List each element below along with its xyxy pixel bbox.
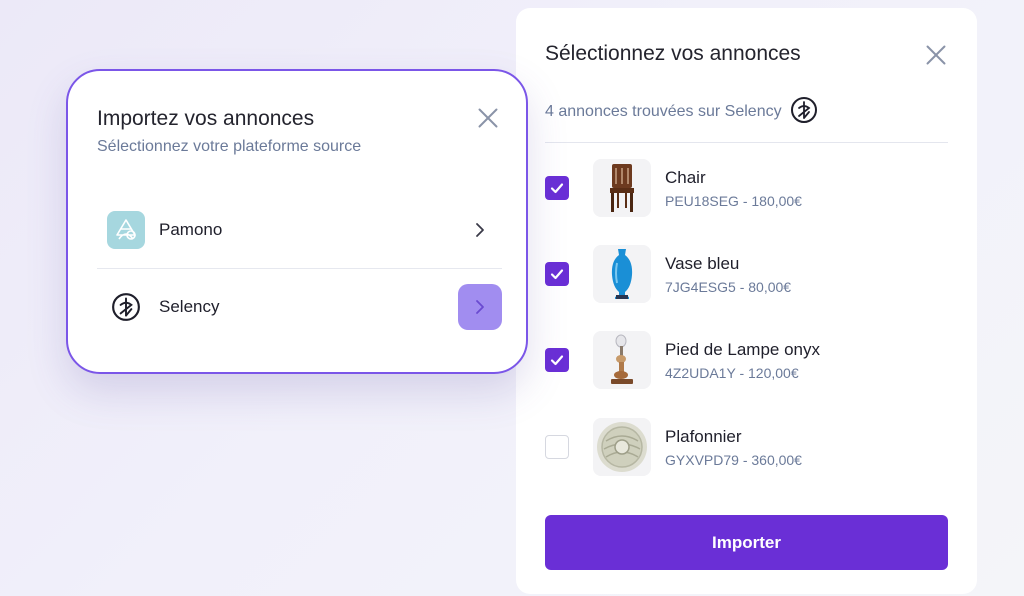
checkmark-icon (550, 269, 564, 280)
selency-logo-icon (790, 96, 818, 129)
ceiling-light-thumbnail (593, 418, 651, 476)
modal-subtitle: Sélectionnez votre plateforme source (97, 138, 362, 155)
vase-thumbnail (593, 245, 651, 303)
background: Sélectionnez vos annonces 4 annonces tro… (0, 0, 1024, 596)
checkbox-checked[interactable] (545, 176, 569, 200)
close-icon[interactable] (925, 43, 947, 65)
list-item[interactable]: Pied de Lampe onyx 4Z2UDA1Y - 120,00€ (545, 330, 948, 390)
import-listings-modal: Importez vos annonces Sélectionnez votre… (66, 69, 528, 374)
chevron-right-icon[interactable] (458, 207, 502, 253)
modal-title: Importez vos annonces (97, 107, 315, 130)
panel-title: Sélectionnez vos annonces (545, 42, 801, 65)
chair-thumbnail (593, 159, 651, 217)
chevron-right-icon[interactable] (458, 284, 502, 330)
close-icon[interactable] (477, 106, 499, 128)
pamono-logo-icon (107, 210, 145, 249)
checkbox-checked[interactable] (545, 348, 569, 372)
platform-label: Pamono (159, 219, 223, 239)
platform-option-pamono[interactable]: Pamono (97, 191, 502, 269)
checkmark-icon (550, 355, 564, 366)
platform-option-selency[interactable]: Selency (97, 268, 502, 346)
found-summary: 4 annonces trouvées sur Selency (545, 96, 818, 129)
item-meta: GYXVPD79 - 360,00€ (665, 451, 802, 468)
item-name: Plafonnier (665, 426, 742, 446)
item-name: Vase bleu (665, 253, 740, 273)
checkbox-unchecked[interactable] (545, 435, 569, 459)
item-meta: 4Z2UDA1Y - 120,00€ (665, 364, 799, 381)
divider (545, 142, 948, 143)
import-button[interactable]: Importer (545, 515, 948, 570)
item-meta: PEU18SEG - 180,00€ (665, 192, 802, 209)
checkbox-checked[interactable] (545, 262, 569, 286)
platform-label: Selency (159, 297, 220, 316)
list-item[interactable]: Vase bleu 7JG4ESG5 - 80,00€ (545, 244, 948, 304)
item-name: Pied de Lampe onyx (665, 339, 820, 359)
found-text: 4 annonces trouvées sur Selency (545, 103, 782, 120)
list-item[interactable]: Plafonnier GYXVPD79 - 360,00€ (545, 417, 948, 477)
checkmark-icon (550, 183, 564, 194)
lamp-thumbnail (593, 331, 651, 389)
item-meta: 7JG4ESG5 - 80,00€ (665, 278, 792, 295)
item-name: Chair (665, 167, 706, 187)
selency-logo-icon (107, 288, 145, 326)
select-listings-panel: Sélectionnez vos annonces 4 annonces tro… (516, 8, 977, 594)
list-item[interactable]: Chair PEU18SEG - 180,00€ (545, 158, 948, 218)
